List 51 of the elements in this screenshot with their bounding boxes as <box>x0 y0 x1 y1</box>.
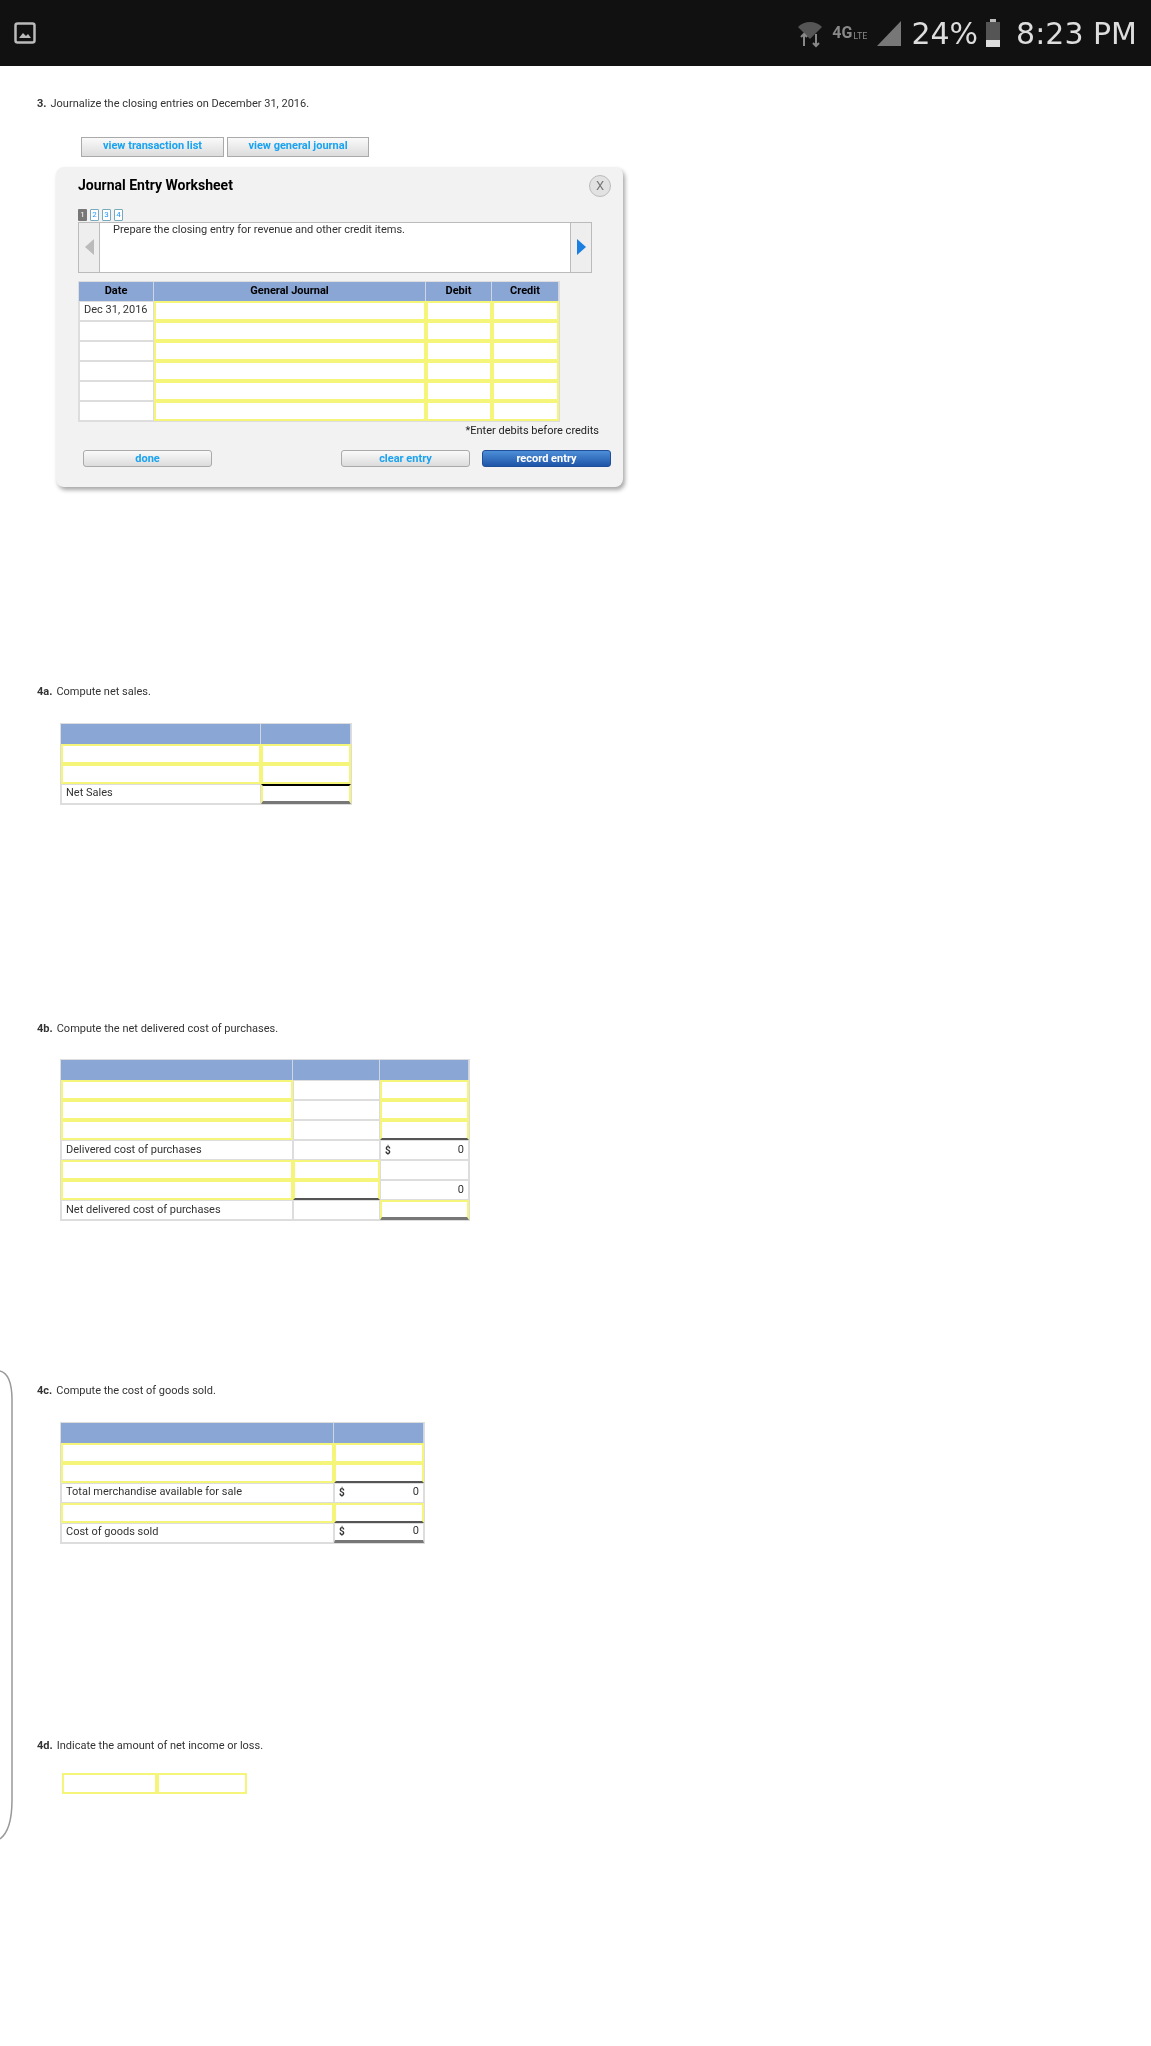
next-arrow-button[interactable] <box>570 222 591 272</box>
amount-value: 0 <box>457 1141 464 1158</box>
action-button[interactable]: done <box>83 450 212 467</box>
column-header: General Journal <box>154 281 426 301</box>
row-label: Cost of goods sold <box>66 1524 159 1541</box>
left-arrow-icon <box>84 239 94 255</box>
instruction-text: Prepare the closing entry for revenue and other credit items. <box>112 222 406 238</box>
battery-percentage: 24% <box>911 14 979 53</box>
row-label: Total merchandise available for sale <box>66 1484 242 1501</box>
question-text: Compute net sales. <box>56 684 151 700</box>
page-tab[interactable]: 4 <box>114 208 123 221</box>
question-text: Compute the net delivered cost of purchases. <box>56 1020 279 1037</box>
input-field[interactable] <box>261 783 351 804</box>
question-number: 4b. <box>37 1020 53 1037</box>
action-button[interactable]: record entry <box>482 450 611 467</box>
page-tab[interactable]: 1 <box>78 208 87 221</box>
note-text: *Enter debits before credits <box>465 422 599 439</box>
network-type: 4G <box>832 25 853 41</box>
amount-value: 0 <box>412 1484 419 1501</box>
page-tab[interactable]: 3 <box>102 208 111 221</box>
row-label: Delivered cost of purchases <box>66 1141 202 1158</box>
question-text: Journalize the closing entries on December 31, 2016. <box>50 96 310 112</box>
network-subtype: LTE <box>853 32 868 41</box>
column-header: Date <box>79 281 154 301</box>
question-number: 4a. <box>37 684 53 700</box>
date-text: Dec 31, 2016 <box>84 302 148 319</box>
amount-value: 0 <box>457 1181 464 1198</box>
row-label: Net delivered cost of purchases <box>66 1201 221 1218</box>
question-text: Indicate the amount of net income or loss. <box>56 1737 264 1754</box>
view-button[interactable]: view transaction list <box>81 136 224 157</box>
question-number: 4d. <box>37 1737 53 1754</box>
currency-sign: $ <box>385 1143 391 1158</box>
right-arrow-icon <box>576 239 586 255</box>
question-text: Compute the cost of goods sold. <box>56 1383 216 1399</box>
clock-time: 8:23 PM <box>1016 14 1137 53</box>
question-number: 3. <box>37 96 47 112</box>
page-tab[interactable]: 2 <box>90 208 99 221</box>
signal-icon <box>875 19 904 47</box>
view-button[interactable]: view general journal <box>227 136 369 157</box>
close-button[interactable]: X <box>589 174 611 197</box>
row-label: Net Sales <box>66 785 113 802</box>
battery-icon <box>986 19 1001 47</box>
action-button[interactable]: clear entry <box>341 450 470 467</box>
question-number: 4c. <box>37 1383 53 1399</box>
currency-sign: $ <box>339 1486 345 1500</box>
worksheet-title: Journal Entry Worksheet <box>78 176 233 195</box>
column-header: Credit <box>492 281 559 301</box>
column-header: Debit <box>426 281 492 301</box>
currency-sign: $ <box>339 1525 345 1539</box>
amount-value: 0 <box>412 1523 419 1540</box>
gallery-icon <box>14 22 36 44</box>
